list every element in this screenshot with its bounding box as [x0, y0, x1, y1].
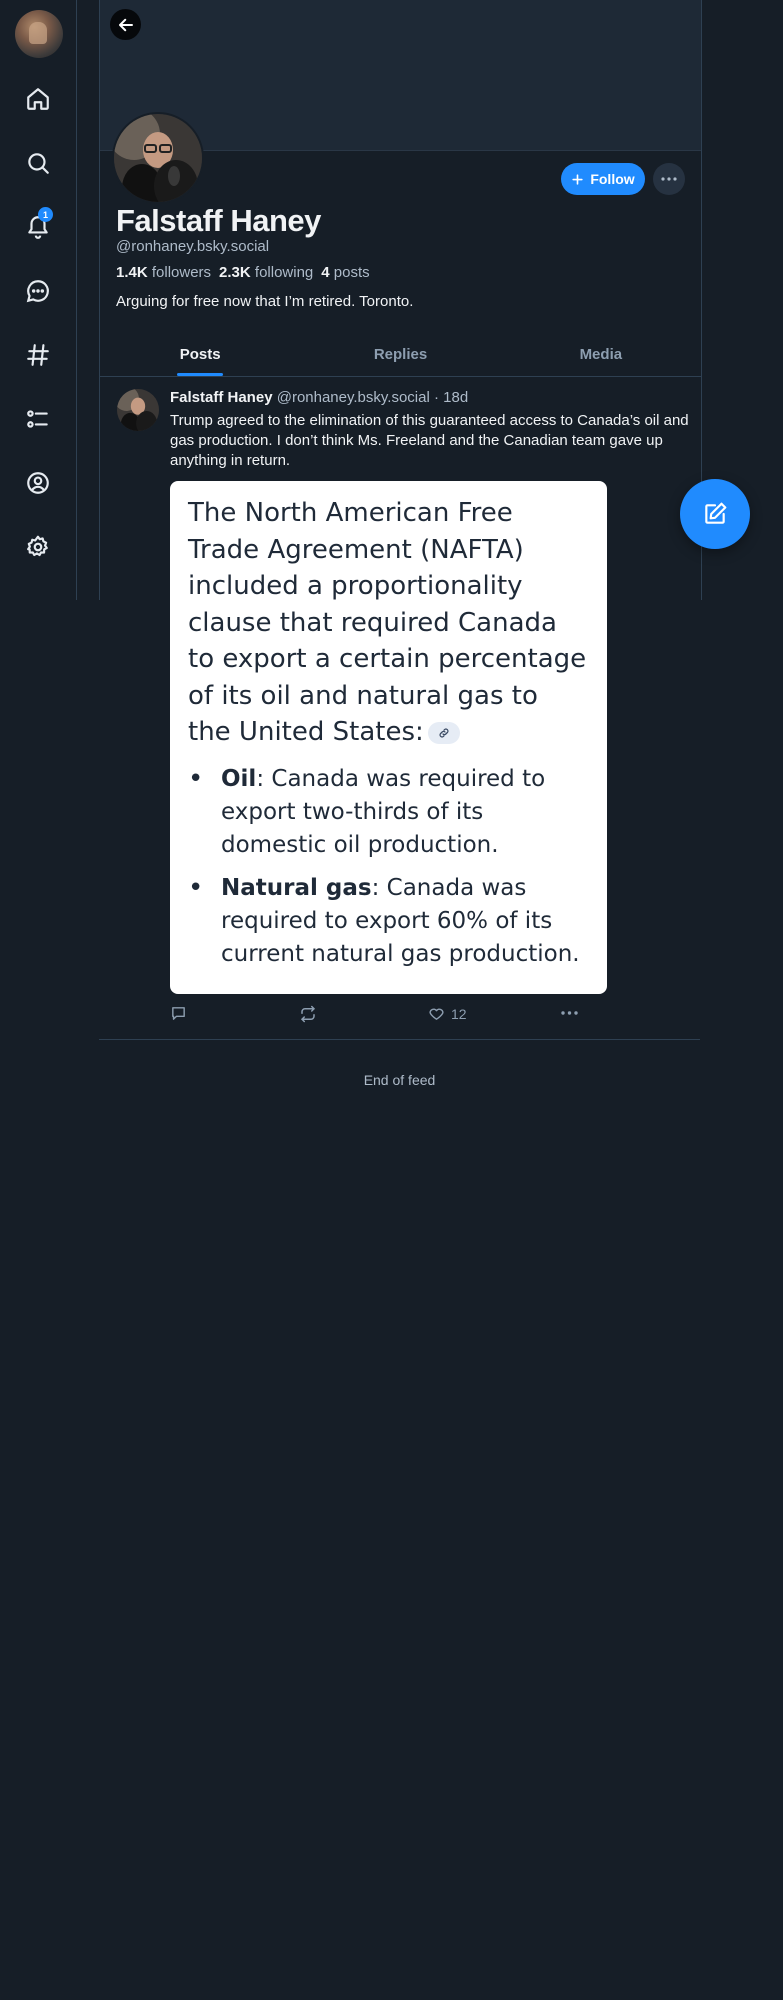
profile-handle: @ronhaney.bsky.social	[116, 238, 270, 255]
posts-label: posts	[333, 264, 370, 281]
feed-post[interactable]: Falstaff Haney @ronhaney.bsky.social · 1…	[99, 377, 700, 1040]
left-nav: 1	[0, 0, 77, 600]
more-horizontal-icon	[561, 1011, 578, 1015]
image-bullet-item: Natural gas: Canada was required to expo…	[188, 872, 588, 971]
image-bullet-item: Oil: Canada was required to export two-t…	[188, 763, 588, 862]
home-icon[interactable]	[22, 83, 54, 115]
post-actions: 12	[170, 1005, 600, 1025]
notification-badge: 1	[38, 207, 53, 222]
following-count: 2.3K	[219, 264, 251, 281]
profile-more-button[interactable]	[653, 163, 685, 195]
profile-bio: Arguing for free now that I’m retired. T…	[116, 293, 414, 310]
bullet-term: Natural gas	[221, 874, 372, 901]
following-stat[interactable]: 2.3K following	[219, 264, 313, 281]
post-timestamp[interactable]: 18d	[443, 389, 468, 406]
tab-replies[interactable]: Replies	[300, 333, 500, 376]
link-icon	[427, 721, 460, 744]
arrow-left-icon	[118, 18, 133, 31]
bullet-text: : Canada was required to export two-thir…	[221, 765, 546, 858]
bullet-term: Oil	[221, 765, 257, 792]
post-author-handle[interactable]: @ronhaney.bsky.social	[277, 389, 430, 406]
chat-icon[interactable]	[22, 275, 54, 307]
posts-count: 4	[321, 264, 330, 281]
more-horizontal-icon	[661, 177, 677, 181]
profile-display-name: Falstaff Haney	[116, 203, 321, 238]
hashtag-icon[interactable]	[22, 339, 54, 371]
post-header: Falstaff Haney @ronhaney.bsky.social · 1…	[170, 389, 468, 406]
tab-posts[interactable]: Posts	[100, 333, 300, 376]
post-image-content: The North American Free Trade Agreement …	[188, 495, 588, 981]
tab-media[interactable]: Media	[501, 333, 701, 376]
image-paragraph-text: The North American Free Trade Agreement …	[188, 498, 587, 747]
list-icon[interactable]	[22, 403, 54, 435]
repost-icon	[301, 1005, 315, 1023]
post-author-name[interactable]: Falstaff Haney	[170, 389, 273, 406]
follow-label: Follow	[590, 171, 635, 187]
posts-stat: 4 posts	[321, 264, 369, 281]
followers-count: 1.4K	[116, 264, 148, 281]
back-button[interactable]	[110, 9, 141, 40]
heart-icon	[429, 1008, 444, 1020]
gear-icon[interactable]	[22, 531, 54, 563]
followers-label: followers	[151, 264, 212, 281]
profile-tabs: Posts Replies Media	[100, 333, 701, 377]
reply-button[interactable]	[170, 1005, 187, 1022]
image-bullet-list: Oil: Canada was required to export two-t…	[188, 763, 588, 971]
profile-avatar[interactable]	[112, 112, 204, 204]
follow-button[interactable]: Follow	[561, 163, 645, 195]
post-text: Trump agreed to the elimination of this …	[170, 412, 689, 469]
bell-icon[interactable]: 1	[22, 207, 54, 243]
profile-icon[interactable]	[22, 467, 54, 499]
post-image[interactable]: The North American Free Trade Agreement …	[170, 481, 607, 994]
profile-stats: 1.4K followers 2.3K following 4 posts	[116, 264, 370, 281]
like-button[interactable]: 12	[428, 1005, 467, 1022]
following-label: following	[254, 264, 314, 281]
search-icon[interactable]	[22, 147, 54, 179]
repost-button[interactable]	[299, 1005, 317, 1023]
end-of-feed-text: End of feed	[363, 1072, 436, 1088]
like-count: 12	[451, 1005, 467, 1022]
plus-icon	[572, 173, 583, 185]
post-meta-separator: ·	[433, 389, 439, 406]
compose-icon	[705, 502, 727, 524]
nav-avatar[interactable]	[15, 10, 63, 58]
post-more-button[interactable]	[561, 1011, 578, 1015]
image-paragraph: The North American Free Trade Agreement …	[188, 495, 588, 751]
reply-icon	[172, 1007, 185, 1020]
followers-stat[interactable]: 1.4K followers	[116, 264, 211, 281]
post-author-avatar[interactable]	[117, 389, 159, 431]
compose-button[interactable]	[680, 479, 750, 549]
